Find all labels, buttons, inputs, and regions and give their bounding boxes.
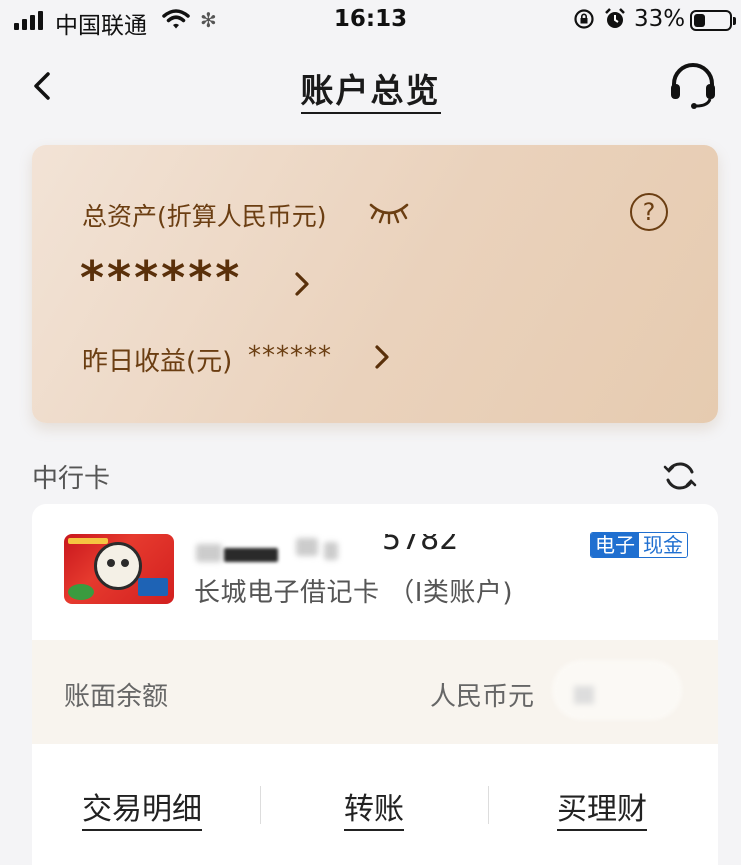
page-title: 账户总览 [0, 64, 741, 114]
balance-currency: 人民币元 [430, 682, 535, 712]
total-assets-card[interactable]: 总资产(折算人民币元) ? ****** 昨日收益(元) ****** [32, 145, 718, 423]
masked-balance [552, 660, 682, 720]
eye-closed-icon[interactable] [368, 199, 410, 225]
headset-icon[interactable] [668, 60, 718, 110]
section-title: 中行卡 [32, 464, 111, 494]
buy-wealth-label: 买理财 [557, 792, 647, 831]
refresh-icon[interactable] [662, 458, 698, 494]
transfer-label: 转账 [344, 792, 404, 831]
tag-electronic: 电子 [591, 533, 639, 557]
status-time: 16:13 [333, 6, 408, 32]
transaction-details-label: 交易明细 [82, 792, 202, 831]
page-title-text: 账户总览 [300, 71, 441, 114]
card-tag: 电子 现金 [590, 532, 688, 558]
card-thumbnail [64, 534, 174, 604]
card-actions: 交易明细 转账 买理财 [32, 744, 718, 865]
tag-cash: 现金 [639, 533, 687, 557]
card-last-digits: 5782 [382, 522, 459, 557]
divider [488, 786, 489, 824]
yesterday-earnings-label: 昨日收益(元) [82, 347, 233, 377]
chevron-right-icon[interactable] [292, 269, 312, 299]
battery-fill [694, 14, 705, 27]
total-assets-value: ****** [80, 251, 243, 305]
help-icon[interactable]: ? [630, 193, 668, 231]
chevron-right-icon[interactable] [372, 342, 392, 372]
rotation-lock-icon [574, 9, 594, 29]
balance-row: 账面余额 人民币元 [32, 640, 718, 744]
nav-bar: 账户总览 [0, 42, 741, 132]
card-name: 长城电子借记卡 （I类账户) [194, 578, 514, 608]
status-bar: 中国联通 ✻ 16:13 33% [0, 0, 741, 42]
bank-card-panel[interactable]: 5782 长城电子借记卡 （I类账户) 电子 现金 账面余额 人民币元 交易明细… [32, 504, 718, 865]
transfer-link[interactable]: 转账 [344, 784, 404, 831]
divider [260, 786, 261, 824]
battery-icon [690, 10, 736, 31]
balance-label: 账面余额 [64, 682, 169, 712]
total-assets-label: 总资产(折算人民币元) [82, 202, 327, 231]
battery-percent: 33% [634, 6, 686, 32]
alarm-icon [605, 8, 625, 28]
transaction-details-link[interactable]: 交易明细 [82, 784, 202, 831]
buy-wealth-management-link[interactable]: 买理财 [557, 784, 647, 831]
yesterday-earnings-value: ****** [248, 341, 332, 371]
